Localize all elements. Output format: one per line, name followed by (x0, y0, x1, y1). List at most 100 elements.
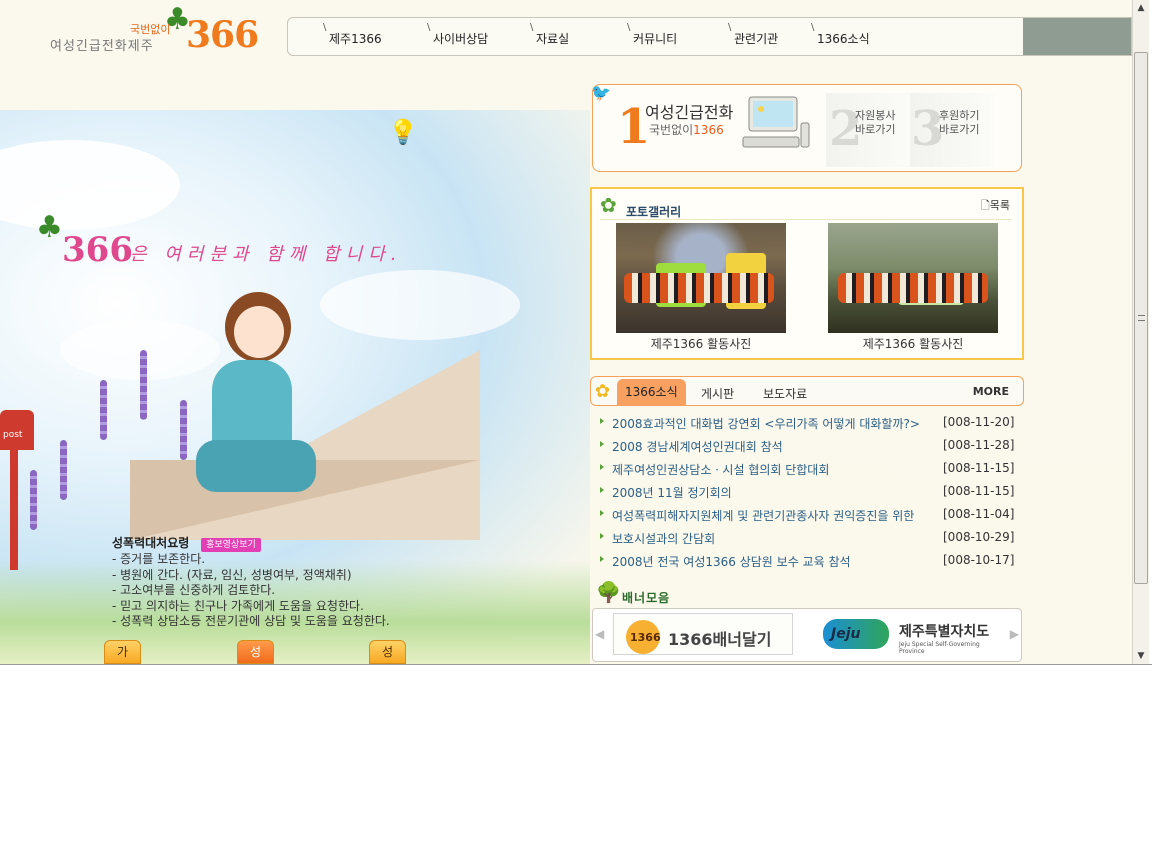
lavender (180, 400, 187, 460)
nav-item-archive[interactable]: 자료실 (530, 22, 569, 47)
nav-item-community[interactable]: 커뮤니티 (627, 22, 677, 47)
tab-press[interactable]: 보도자료 (763, 385, 807, 402)
banner-jeju[interactable]: Jeju 제주특별자치도 Jeju Special Self-Governing… (823, 613, 1003, 655)
guide-line: - 믿고 의지하는 친구나 가족에게 도움을 요청한다. (112, 598, 364, 613)
gallery-photo[interactable] (616, 223, 786, 333)
arrow-right-icon[interactable]: ▶ (1010, 627, 1019, 641)
banner-jeju-sub: Jeju Special Self-Governing Province (899, 641, 980, 655)
news-title-link[interactable]: 2008효과적인 대화법 강연회 <우리가족 어떻게 대화할까?> (612, 415, 930, 432)
document-icon: 🗋 (980, 199, 990, 212)
nav-fill-block (1023, 18, 1131, 55)
nav-item-related-org[interactable]: 관련기관 (728, 22, 778, 47)
more-button[interactable]: MORE (973, 385, 1009, 398)
tab-board[interactable]: 게시판 (701, 385, 734, 402)
news-title-link[interactable]: 2008 경남세계여성인권대회 참석 (612, 438, 930, 455)
bullet-arrow-icon (600, 464, 604, 470)
nav-item-1366-news[interactable]: 1366소식 (811, 22, 870, 47)
bullet-arrow-icon (600, 533, 604, 539)
flower-icon: ✿ (595, 381, 611, 402)
window-bottom-edge (0, 664, 1152, 666)
banner-jeju-text: 제주특별자치도 (899, 624, 990, 640)
news-row[interactable]: 2008효과적인 대화법 강연회 <우리가족 어떻게 대화할까?> [008-11… (598, 412, 1018, 435)
girl-illustration-skirt (196, 440, 316, 492)
banner-1366[interactable]: 1366 1366배너달기 (613, 613, 793, 655)
logo-number: 366 (186, 14, 259, 56)
bullet-arrow-icon (600, 510, 604, 516)
browser-viewport: ♣ 국번없이 여성긴급전화제주 366 제주1366 사이버상담 자료실 커뮤니… (0, 0, 1132, 664)
nav-item-jeju1366[interactable]: 제주1366 (323, 22, 382, 47)
divider (600, 219, 1012, 220)
news-title-link[interactable]: 2008년 전국 여성1366 상담원 보수 교육 참석 (612, 553, 930, 570)
news-row[interactable]: 2008 경남세계여성인권대회 참석 [008-11-28] (598, 435, 1018, 458)
mailbox: post (0, 410, 34, 450)
nav-item-cyber-counsel[interactable]: 사이버상담 (427, 22, 488, 47)
mailbox-label: post (3, 430, 23, 440)
tab-prostitution[interactable]: 성매매피해대처요령 (369, 640, 407, 664)
tree-icon: 🌳 (596, 580, 621, 604)
news-date: [008-11-28] (943, 438, 1015, 452)
scroll-up-icon[interactable]: ▲ (1133, 0, 1149, 16)
guide-line: - 증거를 보존한다. (112, 552, 206, 566)
news-date: [008-11-20] (943, 415, 1015, 429)
quick-donate-link[interactable]: 후원하기 바로가기 (939, 109, 979, 137)
photo-gallery: ✿ 포토갤러리 🗋목록 제주1366 활동사진 제주1366 활동사진 (590, 187, 1024, 360)
news-title-link[interactable]: 2008년 11월 정기회의 (612, 484, 930, 501)
news-row[interactable]: 2008년 전국 여성1366 상담원 보수 교육 참석 [008-10-17] (598, 550, 1018, 573)
lavender (140, 350, 147, 420)
guide-line: - 병원에 간다. (자료, 임신, 성병여부, 정액채취) (112, 567, 352, 582)
scrollbar-grip (1138, 315, 1145, 321)
girl-illustration-face (234, 306, 284, 358)
bullet-arrow-icon (600, 418, 604, 424)
cloud (320, 270, 520, 340)
news-tabs: ✿ 1366소식 게시판 보도자료 MORE (590, 376, 1024, 406)
news-date: [008-10-17] (943, 553, 1015, 567)
news-row[interactable]: 보호시설과의 간담회 [008-10-29] (598, 527, 1018, 550)
photo-people (624, 273, 774, 303)
vertical-scrollbar[interactable]: ▲ ▼ (1132, 0, 1149, 664)
arrow-left-icon[interactable]: ◀ (595, 627, 604, 641)
slogan-number: 366 (62, 230, 133, 270)
site-logo[interactable]: ♣ 국번없이 여성긴급전화제주 366 (50, 2, 260, 58)
news-title-link[interactable]: 보호시설과의 간담회 (612, 530, 930, 547)
bullet-arrow-icon (600, 556, 604, 562)
tab-sexual-violence[interactable]: 성폭력피해대처요령 (237, 640, 275, 664)
news-title-link[interactable]: 여성폭력피해자지원체계 및 관련기관종사자 권익증진을 위한 (612, 507, 930, 524)
news-date: [008-11-15] (943, 484, 1015, 498)
quick-sub-emergency: 국번없이1366 (649, 123, 724, 137)
banner-1366-number: 1366 (630, 631, 661, 644)
gallery-photo[interactable] (828, 223, 998, 333)
lavender (100, 380, 107, 440)
quick-title-emergency[interactable]: 여성긴급전화 (645, 99, 733, 123)
lavender (30, 470, 37, 530)
logo-main-text: 여성긴급전화제주 (50, 39, 154, 54)
news-title-link[interactable]: 제주여성인권상담소ㆍ시설 협의회 단합대회 (612, 461, 930, 478)
tab-1366-news[interactable]: 1366소식 (617, 379, 686, 406)
slogan-text: 은 여러분과 함께 합니다. (130, 244, 403, 265)
mailbox-post (10, 450, 18, 570)
banner-1366-text: 1366배너달기 (668, 630, 772, 649)
tab-domestic-violence[interactable]: 가정폭력대처요령 (104, 640, 142, 664)
banner-carousel: ◀ 1366 1366배너달기 Jeju 제주특별자치도 Jeju Specia… (592, 608, 1022, 662)
scroll-down-icon[interactable]: ▼ (1133, 648, 1149, 664)
clover-icon: ♣ (36, 210, 63, 245)
quick-links: 🐦 1 여성긴급전화 국번없이1366 2 자원봉사 바로가기 3 후원하기 바로가… (591, 83, 1022, 172)
news-date: [008-11-15] (943, 461, 1015, 475)
gallery-caption[interactable]: 제주1366 활동사진 (616, 335, 786, 352)
news-row[interactable]: 여성폭력피해자지원체계 및 관련기관종사자 권익증진을 위한 [008-11-04… (598, 504, 1018, 527)
emergency-guide: 성폭력대처요령 홍보영상보기 - 증거를 보존한다. - 병원에 간다. (자료… (112, 534, 472, 630)
guide-line: - 고소여부를 신중하게 검토한다. (112, 583, 276, 597)
scrollbar-thumb[interactable] (1134, 52, 1148, 584)
lightbulb-icon: 💡 (388, 118, 418, 146)
main-navigation: 제주1366 사이버상담 자료실 커뮤니티 관련기관 1366소식 (287, 17, 1132, 56)
news-row[interactable]: 제주여성인권상담소ㆍ시설 협의회 단합대회 [008-11-15] (598, 458, 1018, 481)
quick-volunteer-link[interactable]: 자원봉사 바로가기 (855, 109, 895, 137)
photo-people (838, 273, 988, 303)
news-row[interactable]: 2008년 11월 정기회의 [008-11-15] (598, 481, 1018, 504)
jeju-logo: Jeju (823, 619, 889, 649)
promo-video-button[interactable]: 홍보영상보기 (201, 538, 261, 552)
bird-icon: 🐦 (591, 83, 611, 102)
gallery-caption[interactable]: 제주1366 활동사진 (828, 335, 998, 352)
gallery-list-button[interactable]: 🗋목록 (981, 197, 1010, 216)
news-date: [008-11-04] (943, 507, 1015, 521)
guide-title: 성폭력대처요령 (112, 536, 190, 550)
